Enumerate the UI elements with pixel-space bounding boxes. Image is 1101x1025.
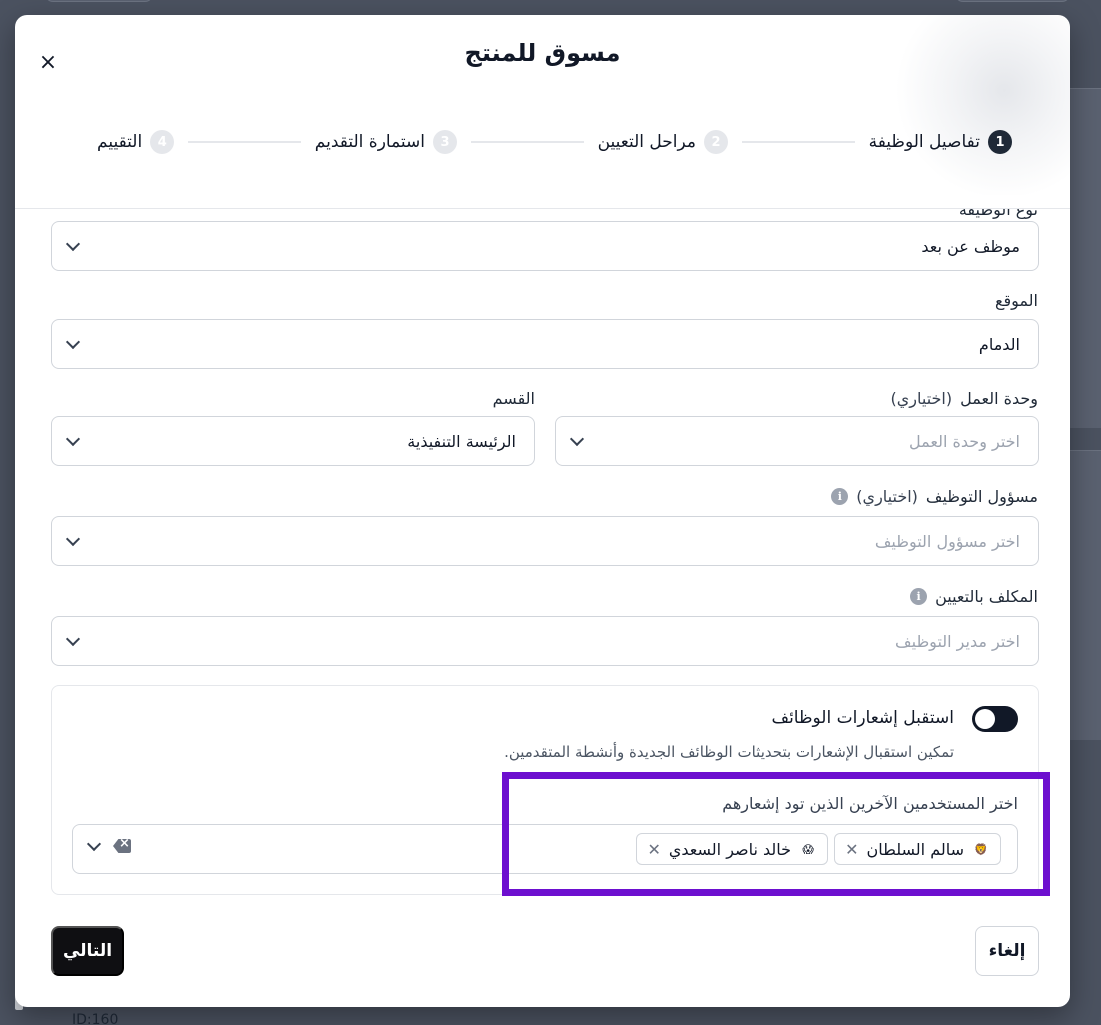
department-select[interactable]: الرئيسة التنفيذية	[51, 416, 535, 466]
assignee-label-text: المكلف بالتعيين	[935, 587, 1038, 606]
step-label: التقييم	[97, 132, 143, 152]
assignee-select[interactable]: اختر مدير التوظيف	[51, 616, 1039, 666]
chevron-down-icon[interactable]	[86, 836, 102, 851]
recruiter-label-text: مسؤول التوظيف	[925, 487, 1038, 506]
work-unit-label-text: وحدة العمل	[960, 389, 1038, 408]
recruiter-placeholder: اختر مسؤول التوظيف	[874, 531, 1020, 551]
step-connector	[471, 141, 584, 143]
job-type-label: نوع الوظيفة	[958, 209, 1038, 219]
chevron-down-icon	[65, 531, 81, 546]
step-label: تفاصيل الوظيفة	[868, 132, 980, 152]
chevron-down-icon	[65, 631, 81, 646]
job-modal: × مسوق للمنتج 1 تفاصيل الوظيفة 2 مراحل ا…	[15, 15, 1070, 1007]
assignee-placeholder: اختر مدير التوظيف	[895, 631, 1020, 651]
step-application-form[interactable]: 3 استمارة التقديم	[314, 130, 458, 154]
job-type-select[interactable]: موظف عن بعد	[51, 221, 1039, 271]
next-button[interactable]: التالي	[51, 926, 124, 976]
user-chip: 🦁 سالم السلطان ✕	[834, 833, 1001, 865]
remove-chip-icon[interactable]: ✕	[845, 840, 858, 859]
work-unit-label: وحدة العمل (اختياري)	[891, 389, 1039, 408]
users-select-label: اختر المستخدمين الآخرين الذين تود إشعاره…	[722, 794, 1018, 813]
cancel-button[interactable]: إلغاء	[975, 926, 1039, 976]
avatar: 😱	[802, 842, 814, 856]
remove-chip-icon[interactable]: ✕	[647, 840, 660, 859]
selected-users: 🦁 سالم السلطان ✕ 😱 خالد ناصر السعدي ✕	[636, 833, 1001, 865]
step-connector	[188, 141, 301, 143]
notifications-card: استقبل إشعارات الوظائف تمكين استقبال الإ…	[51, 685, 1039, 895]
background-panel	[1069, 88, 1101, 428]
info-icon[interactable]: i	[831, 488, 849, 505]
form-scroll-area: نوع الوظيفة موظف عن بعد الموقع الدمام وح…	[15, 209, 1070, 1007]
chevron-down-icon	[65, 431, 81, 446]
optional-tag: (اختياري)	[856, 487, 918, 506]
stepper: 1 تفاصيل الوظيفة 2 مراحل التعيين 3 استما…	[97, 127, 1012, 157]
background-panel	[1069, 450, 1101, 740]
background-tab	[45, 0, 153, 2]
location-value: الدمام	[978, 334, 1020, 354]
step-connector	[742, 141, 855, 143]
user-chip-name: خالد ناصر السعدي	[668, 839, 792, 859]
notifications-toggle-label: استقبل إشعارات الوظائف	[771, 708, 954, 728]
recruiter-select[interactable]: اختر مسؤول التوظيف	[51, 516, 1039, 566]
users-multiselect[interactable]: 🦁 سالم السلطان ✕ 😱 خالد ناصر السعدي ✕	[72, 824, 1018, 874]
notifications-toggle[interactable]	[972, 706, 1018, 732]
user-chip-name: سالم السلطان	[866, 839, 964, 859]
step-number: 2	[704, 130, 729, 154]
background-tab	[955, 0, 1070, 2]
step-number: 1	[988, 130, 1012, 154]
multiselect-controls	[86, 836, 131, 853]
avatar: 🦁	[974, 842, 988, 856]
chevron-down-icon	[65, 334, 81, 349]
modal-title: مسوق للمنتج	[464, 39, 621, 67]
clear-all-icon[interactable]	[113, 839, 131, 853]
optional-tag: (اختياري)	[890, 389, 953, 408]
department-label: القسم	[492, 389, 535, 408]
step-job-details[interactable]: 1 تفاصيل الوظيفة	[869, 130, 1012, 154]
user-chip: 😱 خالد ناصر السعدي ✕	[636, 833, 829, 865]
toggle-knob	[975, 709, 995, 729]
recruiter-label: مسؤول التوظيف (اختياري) i	[831, 487, 1038, 506]
step-number: 4	[150, 130, 175, 154]
job-type-value: موظف عن بعد	[921, 236, 1020, 256]
background-id-label: ID:160	[72, 1012, 119, 1025]
location-select[interactable]: الدمام	[51, 319, 1039, 369]
work-unit-select[interactable]: اختر وحدة العمل	[555, 416, 1039, 466]
chevron-down-icon	[569, 431, 585, 446]
info-icon[interactable]: i	[910, 588, 928, 605]
step-label: استمارة التقديم	[314, 132, 426, 152]
notifications-description: تمكين استقبال الإشعارات بتحديثات الوظائف…	[504, 743, 954, 761]
step-label: مراحل التعيين	[597, 132, 697, 152]
step-hiring-stages[interactable]: 2 مراحل التعيين	[597, 130, 729, 154]
location-label: الموقع	[995, 291, 1038, 310]
step-number: 3	[433, 130, 458, 154]
step-evaluation[interactable]: 4 التقييم	[97, 130, 175, 154]
chevron-down-icon	[65, 236, 81, 251]
department-value: الرئيسة التنفيذية	[407, 431, 516, 451]
work-unit-placeholder: اختر وحدة العمل	[909, 431, 1020, 451]
assignee-label: المكلف بالتعيين i	[910, 587, 1038, 606]
